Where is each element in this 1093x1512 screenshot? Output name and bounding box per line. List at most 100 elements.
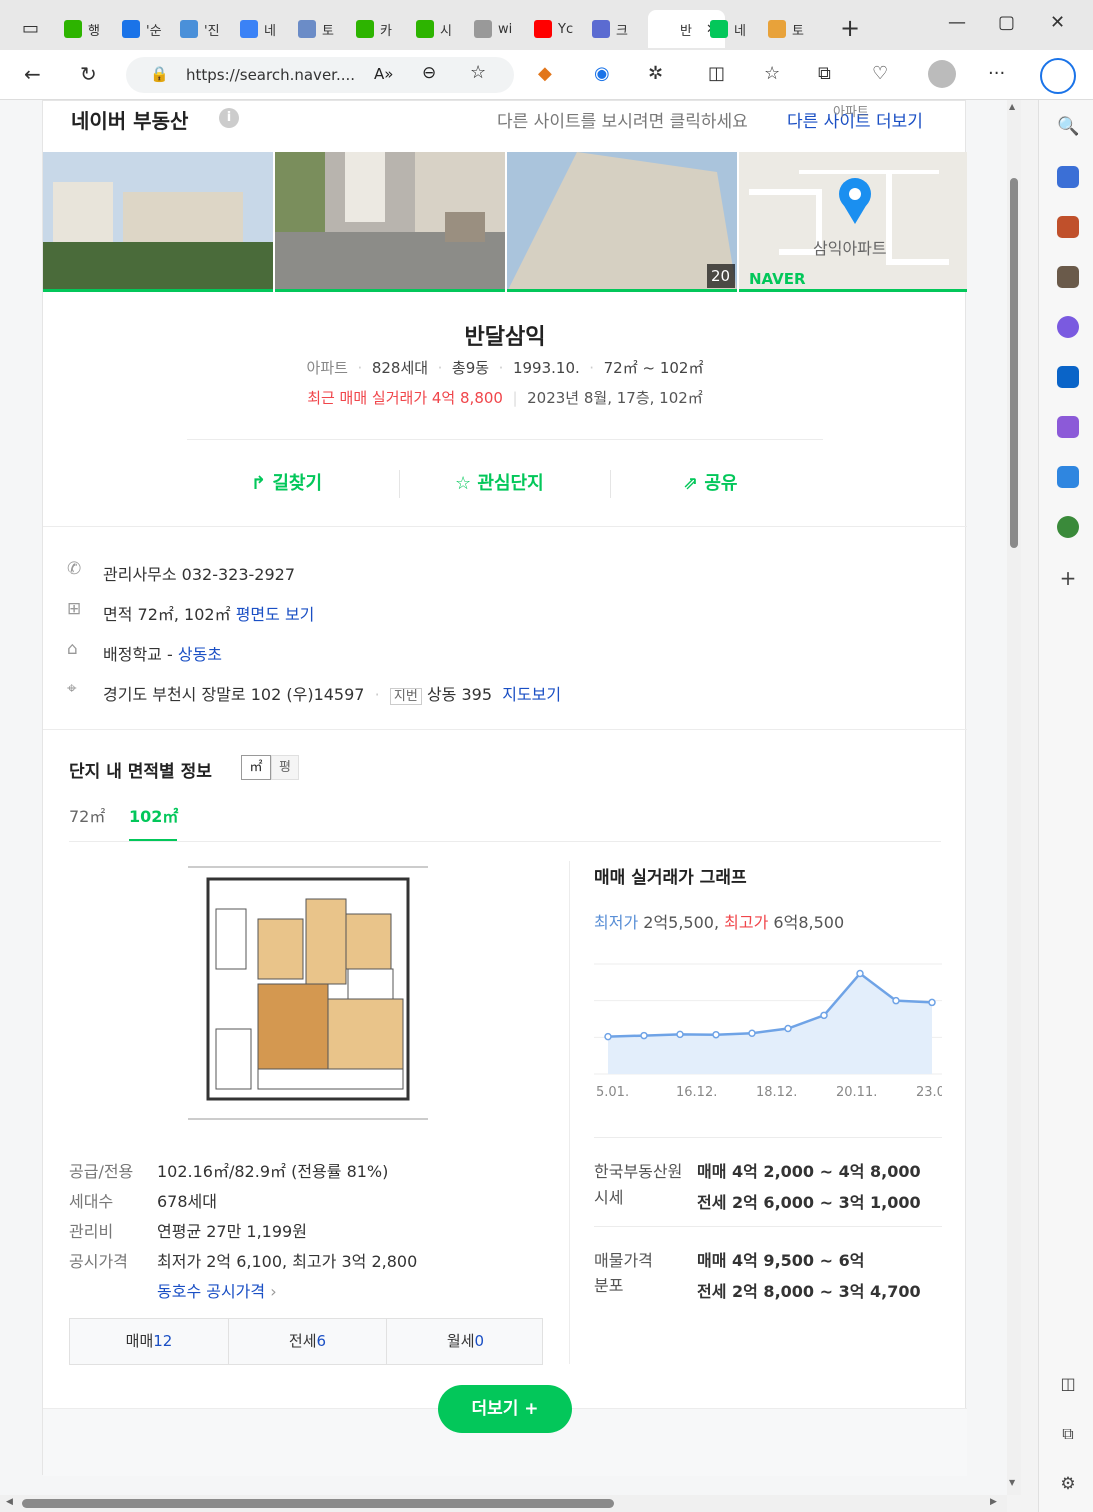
add-sidebar-icon[interactable]: + (1057, 566, 1079, 590)
detail-label: 공급/전용 (69, 1162, 134, 1181)
trade-tab-2[interactable]: 월세0 (386, 1319, 544, 1364)
tools-icon[interactable] (1057, 216, 1079, 238)
extensions-icon[interactable]: ✲ (648, 63, 663, 84)
back-icon[interactable]: ← (24, 62, 41, 86)
data-point[interactable] (892, 996, 900, 1005)
favorite-complex-button[interactable]: ☆ 관심단지 (455, 469, 544, 495)
scroll-up-icon[interactable]: ▲ (1009, 102, 1015, 111)
tab-6[interactable]: 시 (416, 10, 452, 48)
lock-icon[interactable]: 🔒 (150, 65, 169, 83)
favorites-icon[interactable]: ☆ (764, 63, 780, 84)
read-aloud-icon[interactable]: A» (374, 65, 393, 83)
bing-copilot-icon[interactable] (1040, 58, 1076, 94)
send-icon[interactable] (1057, 466, 1079, 488)
health-icon[interactable]: ♡ (872, 63, 888, 84)
floor-plan-image[interactable] (188, 859, 428, 1134)
url-text[interactable]: https://search.naver.... (186, 66, 355, 84)
new-tab-icon[interactable]: + (840, 14, 860, 42)
x-tick-label: 16.12. (676, 1085, 717, 1100)
scroll-down-icon[interactable]: ▼ (1009, 1478, 1015, 1487)
trade-tab-1[interactable]: 전세6 (228, 1319, 386, 1364)
school-link[interactable]: 상동초 (178, 645, 222, 664)
data-point[interactable] (820, 1011, 828, 1020)
tab-area-72[interactable]: 72㎡ (69, 803, 105, 827)
tab-11[interactable]: 네 (710, 10, 746, 48)
directions-button[interactable]: ↱ 길찾기 (251, 469, 322, 495)
horizontal-scrollbar[interactable]: ◀ ▶ (0, 1495, 1007, 1512)
x-tick-label: 5.01. (596, 1085, 629, 1100)
data-point[interactable] (604, 1032, 612, 1041)
tree-icon[interactable] (1057, 516, 1079, 538)
maximize-icon[interactable]: ▢ (998, 12, 1015, 33)
section-divider (43, 526, 967, 527)
tab-actions-icon[interactable]: ▭ (22, 18, 39, 39)
data-point[interactable] (676, 1030, 684, 1039)
tab-area-102[interactable]: 102㎡ (129, 803, 178, 827)
tab-8[interactable]: Yc (534, 10, 573, 48)
split-screen-icon[interactable]: ◫ (708, 63, 725, 84)
more-menu-icon[interactable]: ··· (988, 63, 1005, 84)
map-view-link[interactable]: 지도보기 (502, 685, 561, 704)
unit-pyeong-toggle[interactable]: 평 (271, 755, 299, 780)
vertical-scroll-thumb[interactable] (1010, 178, 1018, 548)
office-phone[interactable]: 관리사무소 032-323-2927 (103, 561, 295, 585)
complex-buildings: 총9동 (451, 359, 490, 377)
share-button[interactable]: ⇗ 공유 (683, 469, 738, 495)
trade-label: 월세 (446, 1332, 475, 1350)
horizontal-scroll-thumb[interactable] (22, 1499, 614, 1508)
settings-gear-icon[interactable]: ⚙ (1057, 1474, 1079, 1496)
trade-tab-0[interactable]: 매매12 (70, 1319, 228, 1364)
complex-households: 828세대 (371, 359, 429, 377)
tab-3[interactable]: 네 (240, 10, 276, 48)
designer-icon[interactable] (1057, 416, 1079, 438)
more-button[interactable]: 더보기 + (438, 1385, 572, 1433)
refresh-icon[interactable]: ↻ (80, 62, 97, 86)
tab-12[interactable]: 토 (768, 10, 804, 48)
photo-apartment-3[interactable] (507, 152, 737, 292)
search-icon[interactable]: 🔍 (1057, 116, 1079, 138)
tab-0[interactable]: 행 (64, 10, 100, 48)
tab-5[interactable]: 카 (356, 10, 392, 48)
metamask-icon[interactable]: ◆ (538, 63, 552, 84)
microsoft365-icon[interactable] (1057, 316, 1079, 338)
outlook-icon[interactable] (1057, 366, 1079, 388)
data-point[interactable] (640, 1031, 648, 1040)
tab-9[interactable]: 크 (592, 10, 628, 48)
market-divider (594, 1226, 942, 1227)
minimize-icon[interactable]: — (948, 12, 966, 33)
tab-7[interactable]: wi (474, 10, 512, 48)
games-icon[interactable] (1057, 266, 1079, 288)
zoom-icon[interactable]: ⊖ (422, 63, 436, 83)
tab-label: '진 (204, 23, 220, 39)
data-point[interactable] (712, 1030, 720, 1039)
data-point[interactable] (784, 1024, 792, 1033)
scroll-left-icon[interactable]: ◀ (6, 1497, 13, 1507)
data-point[interactable] (748, 1029, 756, 1037)
photo-apartment-1[interactable] (43, 152, 273, 292)
vertical-scrollbar[interactable]: ▲ ▼ (1007, 100, 1021, 1495)
price-chart[interactable]: 5.01. 16.12. 18.12. 20.11. 23.08 (594, 959, 942, 1104)
collections-icon[interactable]: ⧉ (818, 63, 831, 84)
unit-sqm-toggle[interactable]: ㎡ (241, 755, 271, 780)
tab-2[interactable]: '진 (180, 10, 220, 48)
scroll-right-icon[interactable]: ▶ (990, 1497, 997, 1507)
close-window-icon[interactable]: ✕ (1050, 12, 1065, 33)
tab-favicon-icon (592, 20, 610, 38)
public-price-link[interactable]: 동호수 공시가격 › (157, 1278, 277, 1302)
browser-tab-bar: ▭ 행'순'진네토카시wiYc크반 ✕네토 + — ▢ ✕ (0, 0, 1093, 50)
photo-apartment-2[interactable] (275, 152, 505, 292)
extension-blue-icon[interactable]: ◉ (594, 63, 610, 84)
external-link-icon[interactable]: ⧉ (1057, 1424, 1079, 1446)
tab-4[interactable]: 토 (298, 10, 334, 48)
data-point[interactable] (928, 998, 936, 1007)
data-point[interactable] (856, 969, 864, 978)
tab-1[interactable]: '순 (122, 10, 162, 48)
floorplan-link[interactable]: 평면도 보기 (236, 605, 315, 624)
url-box[interactable]: 🔒 https://search.naver.... A» ⊖ ☆ (126, 57, 514, 93)
trade-label: 매매 (125, 1332, 154, 1350)
profile-avatar[interactable] (928, 60, 956, 88)
favorite-icon[interactable]: ☆ (470, 62, 486, 83)
shopping-icon[interactable] (1057, 166, 1079, 188)
info-icon[interactable]: i (219, 108, 239, 128)
hide-sidebar-icon[interactable]: ◫ (1057, 1374, 1079, 1396)
